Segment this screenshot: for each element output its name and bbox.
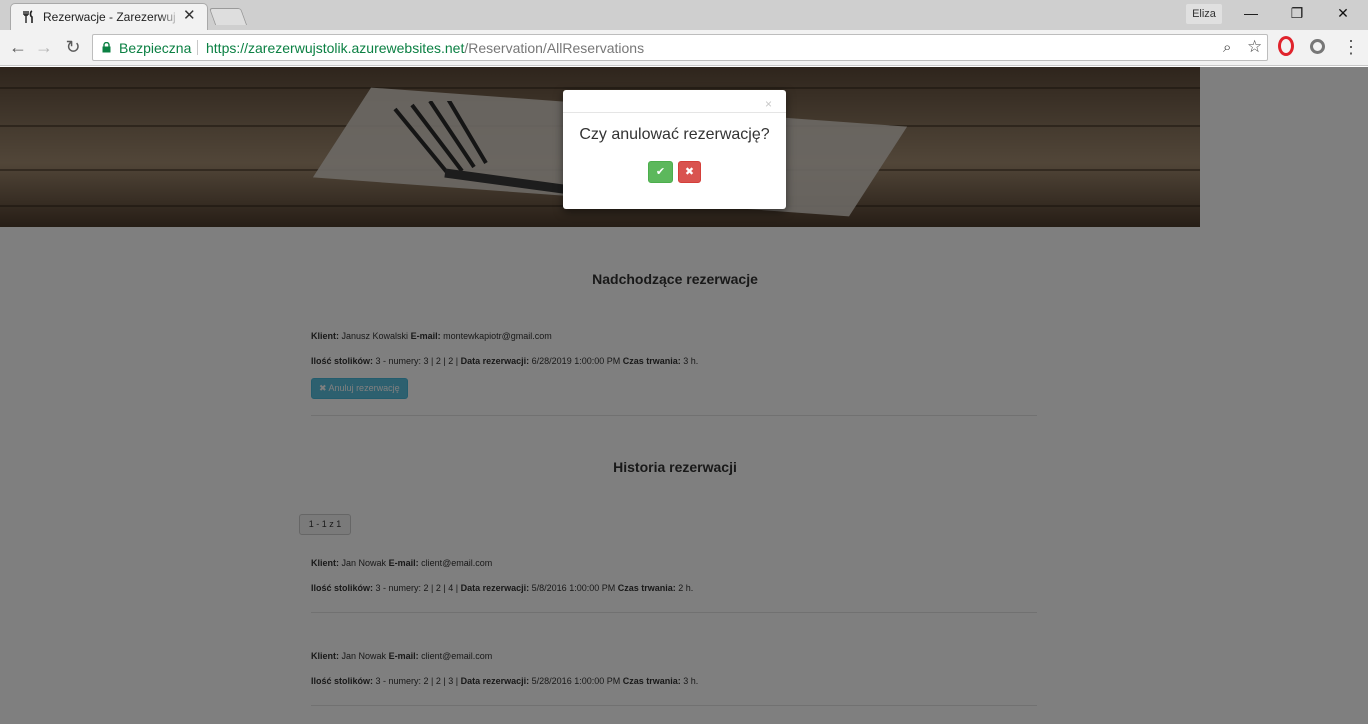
minimize-button[interactable]: — bbox=[1228, 0, 1274, 28]
cancel-confirmation-modal: × Czy anulować rezerwację? ✔ ✖ bbox=[563, 90, 786, 209]
opera-extension-icon[interactable] bbox=[1278, 36, 1294, 56]
check-icon: ✔ bbox=[655, 166, 666, 178]
extension-icon[interactable] bbox=[1310, 39, 1325, 54]
profile-button[interactable]: Eliza bbox=[1186, 4, 1222, 24]
modal-question: Czy anulować rezerwację? bbox=[579, 126, 770, 143]
url-text: https://zarezerwujstolik.azurewebsites.n… bbox=[206, 40, 644, 56]
browser-toolbar: ← → ↻ Bezpieczna https://zarezerwujstoli… bbox=[0, 30, 1368, 66]
back-arrow-icon[interactable]: ← bbox=[6, 36, 30, 60]
address-bar[interactable]: Bezpieczna https://zarezerwujstolik.azur… bbox=[92, 34, 1268, 61]
reload-icon[interactable]: ↻ bbox=[61, 36, 85, 60]
zoom-icon[interactable]: ⌕ bbox=[1223, 39, 1231, 56]
url-host: https://zarezerwujstolik.azurewebsites.n… bbox=[206, 40, 465, 56]
x-icon: ✖ bbox=[684, 166, 695, 178]
restore-button[interactable]: ❐ bbox=[1274, 0, 1320, 28]
modal-close-icon[interactable]: × bbox=[765, 98, 772, 110]
browser-menu-icon[interactable]: ⋮ bbox=[1342, 36, 1360, 58]
address-separator bbox=[197, 40, 198, 55]
lock-icon bbox=[102, 42, 111, 53]
url-path: /Reservation/AllReservations bbox=[464, 40, 645, 56]
new-tab-button[interactable] bbox=[208, 8, 248, 25]
tab-title-fade bbox=[159, 7, 181, 25]
dismiss-cancel-button[interactable]: ✖ bbox=[678, 161, 701, 183]
browser-tab[interactable]: Rezerwacje - Zarezerwuj Stolik ✕ bbox=[10, 3, 208, 30]
forward-arrow-icon[interactable]: → bbox=[32, 36, 56, 60]
fork-knife-icon bbox=[23, 10, 33, 23]
modal-header-divider bbox=[563, 112, 786, 113]
browser-titlebar: Rezerwacje - Zarezerwuj Stolik ✕ Eliza —… bbox=[0, 0, 1368, 30]
confirm-cancel-button[interactable]: ✔ bbox=[648, 161, 673, 183]
security-label: Bezpieczna bbox=[119, 40, 192, 56]
bookmark-star-icon[interactable]: ☆ bbox=[1247, 37, 1262, 57]
close-window-button[interactable]: ✕ bbox=[1320, 0, 1366, 28]
tab-close-icon[interactable]: ✕ bbox=[183, 8, 196, 24]
